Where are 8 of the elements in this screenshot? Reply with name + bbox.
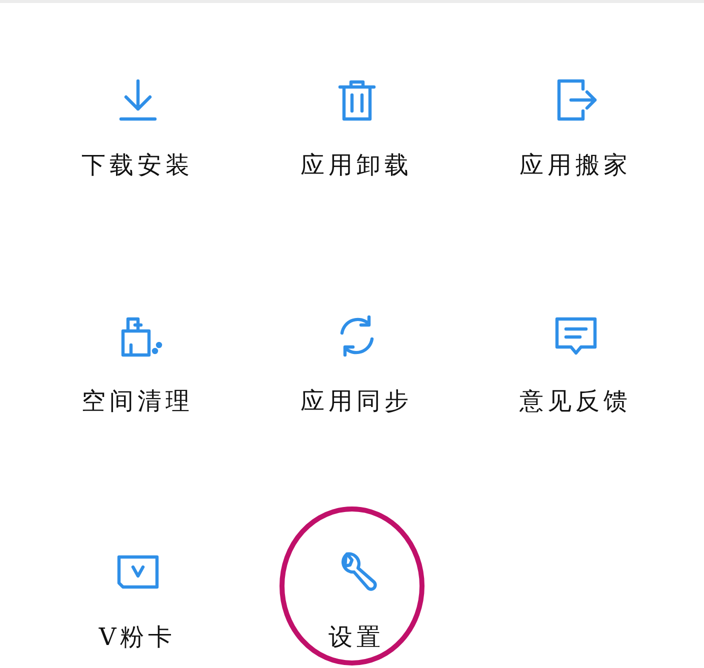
menu-item-label[interactable]: 应用搬家 xyxy=(520,150,632,180)
menu-item-label[interactable]: 意见反馈 xyxy=(520,386,632,416)
menu-item-label[interactable]: 应用卸载 xyxy=(300,150,412,180)
menu-item-label[interactable]: 应用同步 xyxy=(300,386,412,416)
menu-item-label[interactable]: V粉卡 xyxy=(98,622,176,652)
menu-item-label[interactable]: 空间清理 xyxy=(82,386,194,416)
menu-item-label[interactable]: 下载安装 xyxy=(82,150,194,180)
menu-item-label[interactable]: 设置 xyxy=(328,622,384,652)
